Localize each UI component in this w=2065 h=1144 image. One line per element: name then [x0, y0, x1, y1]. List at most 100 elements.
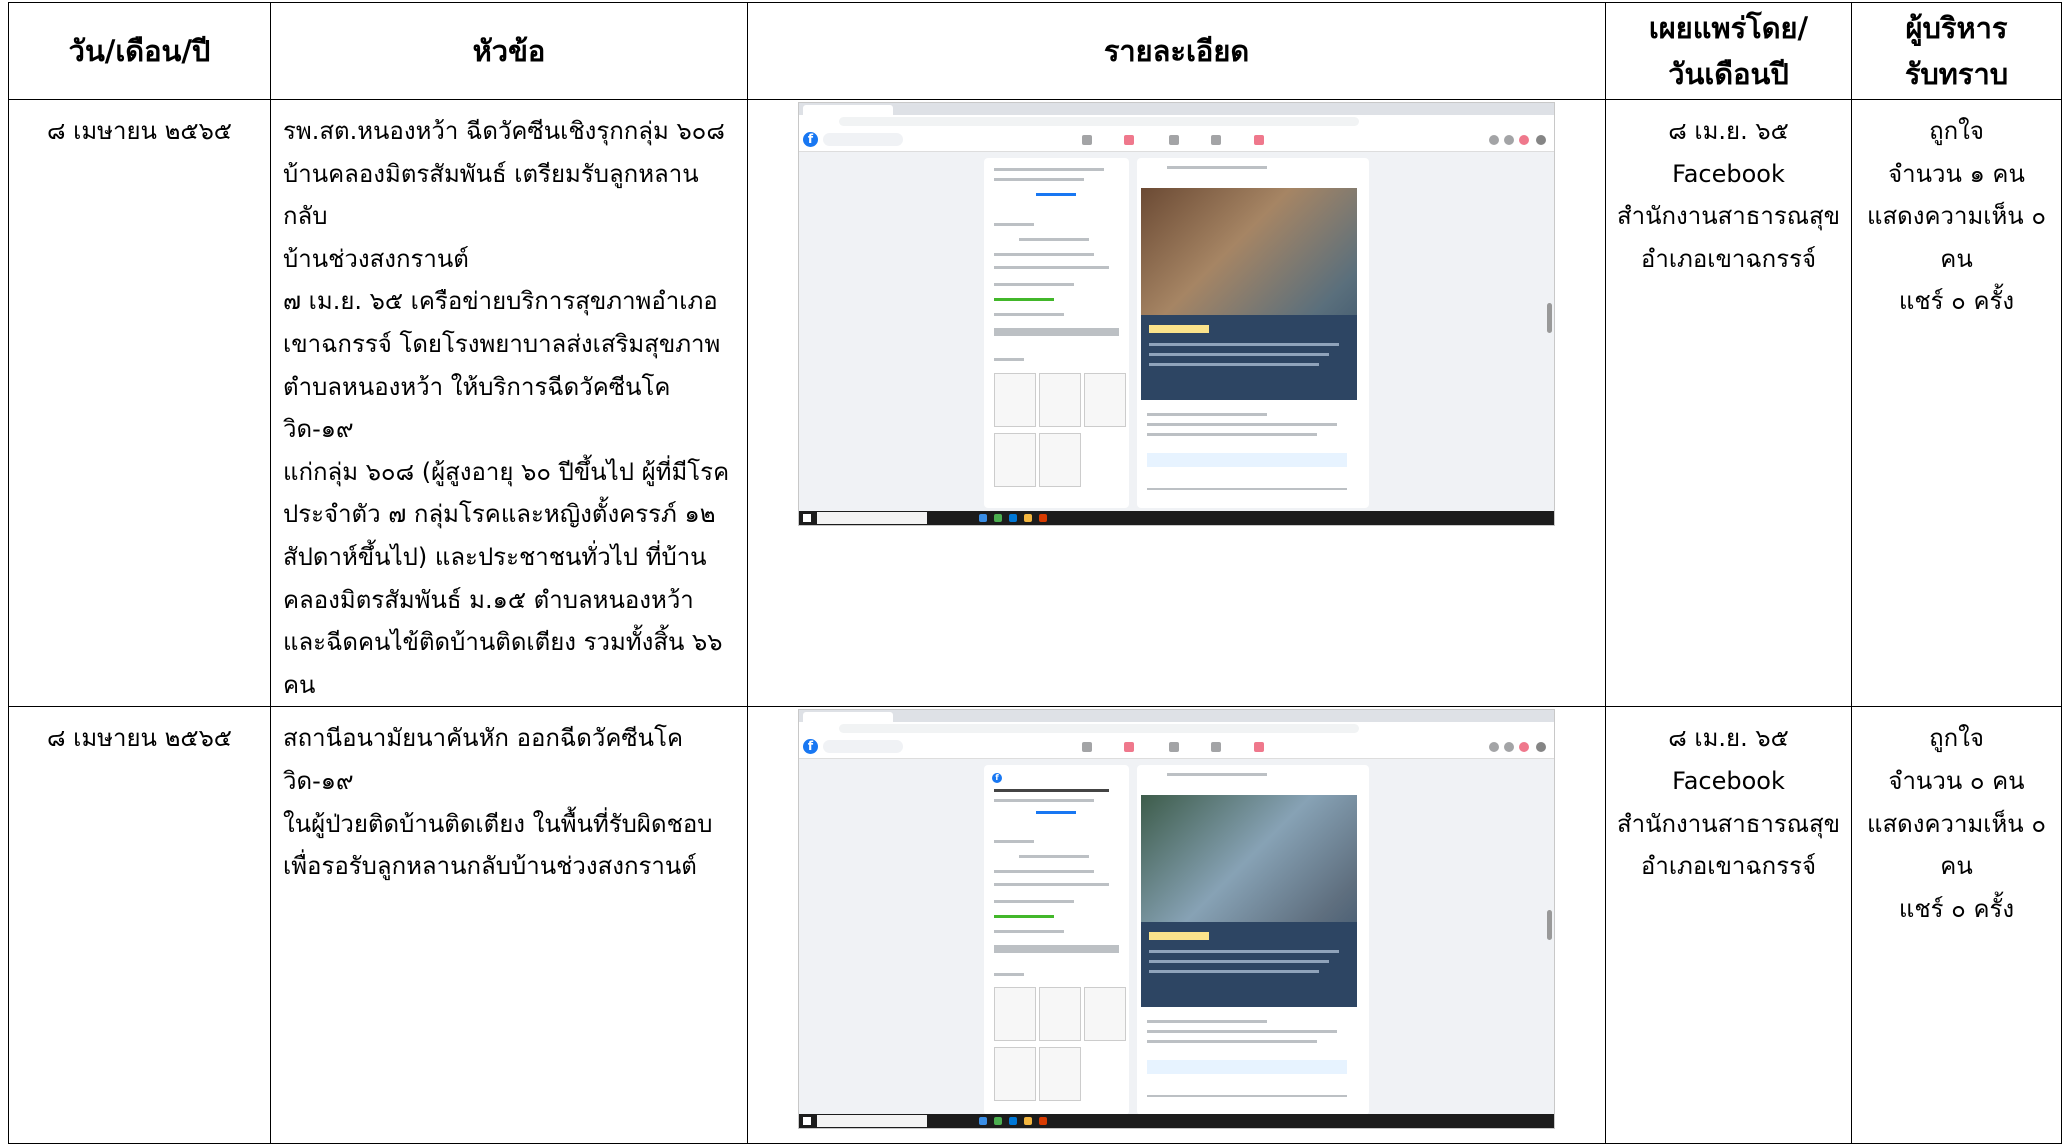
- topic-line: บ้านคลองมิตรสัมพันธ์ เตรียมรับลูกหลานกลั…: [283, 159, 699, 231]
- groups-icon: [1211, 742, 1221, 753]
- windows-taskbar: [799, 1114, 1554, 1129]
- detail-screenshot-cell: f: [747, 98, 1606, 708]
- admin-line: ถูกใจ: [1929, 724, 1984, 753]
- topic-line: บ้านช่วงสงกรานต์: [283, 244, 469, 273]
- table-row: ๘ เมษายน ๒๕๖๕ รพ.สต.หนองหว้า ฉีดวัคซีนเช…: [8, 98, 2062, 708]
- post-banner: [1141, 922, 1357, 1008]
- taskbar-app-icon: [1039, 514, 1047, 522]
- facebook-search-field: [823, 133, 903, 146]
- published-date: ๘ เม.ย. ๖๕: [1668, 117, 1789, 145]
- row-published: ๘ เม.ย. ๖๕ Facebook สำนักงานสาธารณสุข อำ…: [1605, 98, 1852, 708]
- row-admin: ถูกใจ จำนวน ๐ คน แสดงความเห็น ๐ คน แชร์ …: [1851, 706, 2062, 1144]
- browser-tab: [803, 105, 893, 115]
- published-platform: Facebook: [1672, 159, 1785, 188]
- facebook-logo-icon: f: [992, 773, 1002, 784]
- taskbar-app-icon: [1039, 1117, 1047, 1126]
- row-date: ๘ เมษายน ๒๕๖๕: [8, 98, 271, 708]
- page-intro-card: f: [984, 765, 1129, 1116]
- browser-url-field: [839, 724, 1359, 734]
- topic-line: คน: [283, 670, 316, 699]
- marketplace-icon: [1169, 742, 1179, 753]
- taskbar-app-icon: [994, 1117, 1002, 1126]
- topic-line: และฉีดคนไข้ติดบ้านติดเตียง รวมทั้งสิ้น ๖…: [283, 628, 723, 657]
- topic-line: รพ.สต.หนองหว้า ฉีดวัคซีนเชิงรุกกลุ่ม ๖๐๘: [283, 117, 725, 145]
- home-icon: [1082, 135, 1092, 145]
- home-icon: [1082, 742, 1092, 753]
- topic-line: สัปดาห์ขึ้นไป) และประชาชนทั่วไป ที่บ้าน: [283, 542, 707, 571]
- taskbar-app-icon: [994, 514, 1002, 522]
- admin-line: ถูกใจ: [1929, 117, 1984, 145]
- admin-line: แชร์ ๐ ครั้ง: [1898, 894, 2015, 923]
- header-row: วัน/เดือน/ปี หัวข้อ รายละเอียด เผยแพร่โด…: [8, 2, 2062, 100]
- admin-line: คน: [1940, 244, 1973, 273]
- published-org: อำเภอเขาฉกรรจ์: [1640, 852, 1817, 881]
- gaming-icon: [1254, 135, 1264, 145]
- windows-start-icon: [803, 1117, 811, 1126]
- scrollbar: [1547, 303, 1552, 333]
- messenger-icon: [1504, 135, 1514, 145]
- topic-line: ตำบลหนองหว้า ให้บริการฉีดวัคซีนโควิด-๑๙: [283, 372, 671, 444]
- admin-line: แสดงความเห็น ๐: [1867, 202, 2046, 231]
- facebook-logo-icon: f: [803, 739, 818, 755]
- header-published: เผยแพร่โดย/ วันเดือนปี: [1605, 2, 1852, 100]
- taskbar-app-icon: [979, 514, 987, 522]
- notifications-icon: [1519, 135, 1529, 145]
- admin-line: จำนวน ๑ คน: [1888, 159, 2025, 188]
- taskbar-search: [817, 512, 927, 524]
- messenger-icon: [1504, 742, 1514, 753]
- taskbar-app-icon: [1009, 514, 1017, 522]
- header-topic: หัวข้อ: [270, 2, 748, 100]
- row-topic: รพ.สต.หนองหว้า ฉีดวัคซีนเชิงรุกกลุ่ม ๖๐๘…: [270, 98, 748, 708]
- report-table: วัน/เดือน/ปี หัวข้อ รายละเอียด เผยแพร่โด…: [8, 2, 2062, 1144]
- facebook-post-screenshot: f f: [798, 709, 1555, 1130]
- browser-address-bar: [799, 722, 1554, 738]
- taskbar-app-icon: [1024, 514, 1032, 522]
- row-date: ๘ เมษายน ๒๕๖๕: [8, 706, 271, 1144]
- browser-url-field: [839, 117, 1359, 126]
- facebook-search-field: [823, 740, 903, 754]
- browser-tabbar: [799, 103, 1554, 115]
- header-date: วัน/เดือน/ปี: [8, 2, 271, 100]
- detail-screenshot-cell: f f: [747, 706, 1606, 1144]
- facebook-post-screenshot: f: [798, 102, 1555, 526]
- taskbar-app-icon: [979, 1117, 987, 1126]
- header-published-text: เผยแพร่โดย/ วันเดือนปี: [1648, 11, 1809, 91]
- topic-line: สถานีอนามัยนาคันหัก ออกฉีดวัคซีนโควิด-๑๙: [283, 724, 684, 795]
- topic-line: แก่กลุ่ม ๖๐๘ (ผู้สูงอายุ ๖๐ ปีขึ้นไป ผู้…: [283, 457, 730, 486]
- published-org: สำนักงานสาธารณสุข: [1616, 202, 1841, 231]
- row-topic: สถานีอนามัยนาคันหัก ออกฉีดวัคซีนโควิด-๑๙…: [270, 706, 748, 1144]
- avatar: [1536, 135, 1546, 145]
- video-icon: [1124, 135, 1134, 145]
- table-row: ๘ เมษายน ๒๕๖๕ สถานีอนามัยนาคันหัก ออกฉีด…: [8, 706, 2062, 1144]
- topic-line: เพื่อรอรับลูกหลานกลับบ้านช่วงสงกรานต์: [283, 852, 697, 881]
- browser-address-bar: [799, 115, 1554, 130]
- published-org: สำนักงานสาธารณสุข: [1616, 809, 1841, 838]
- notifications-icon: [1519, 742, 1529, 753]
- gaming-icon: [1254, 742, 1264, 753]
- row-admin: ถูกใจ จำนวน ๑ คน แสดงความเห็น ๐ คน แชร์ …: [1851, 98, 2062, 708]
- menu-icon: [1489, 742, 1499, 753]
- header-detail: รายละเอียด: [747, 2, 1606, 100]
- post-card: [1137, 158, 1369, 508]
- windows-start-icon: [803, 514, 811, 522]
- browser-tab: [803, 712, 893, 723]
- post-card: [1137, 765, 1369, 1116]
- header-admin: ผู้บริหาร รับทราบ: [1851, 2, 2062, 100]
- topic-line: เขาฉกรรจ์ โดยโรงพยาบาลส่งเสริมสุขภาพ: [283, 329, 721, 358]
- facebook-topbar: f: [799, 129, 1554, 152]
- topic-line: คลองมิตรสัมพันธ์ ม.๑๕ ตำบลหนองหว้า: [283, 585, 694, 614]
- menu-icon: [1489, 135, 1499, 145]
- topic-line: ในผู้ป่วยติดบ้านติดเตียง ในพื้นที่รับผิด…: [283, 809, 713, 838]
- facebook-topbar: f: [799, 736, 1554, 760]
- windows-taskbar: [799, 511, 1554, 525]
- page-intro-card: [984, 158, 1129, 508]
- post-photo: [1141, 188, 1357, 400]
- marketplace-icon: [1169, 135, 1179, 145]
- published-platform: Facebook: [1672, 766, 1785, 795]
- groups-icon: [1211, 135, 1221, 145]
- admin-line: แชร์ ๐ ครั้ง: [1898, 287, 2015, 316]
- avatar: [1536, 742, 1546, 753]
- taskbar-app-icon: [1024, 1117, 1032, 1126]
- row-published: ๘ เม.ย. ๖๕ Facebook สำนักงานสาธารณสุข อำ…: [1605, 706, 1852, 1144]
- browser-tabbar: [799, 710, 1554, 723]
